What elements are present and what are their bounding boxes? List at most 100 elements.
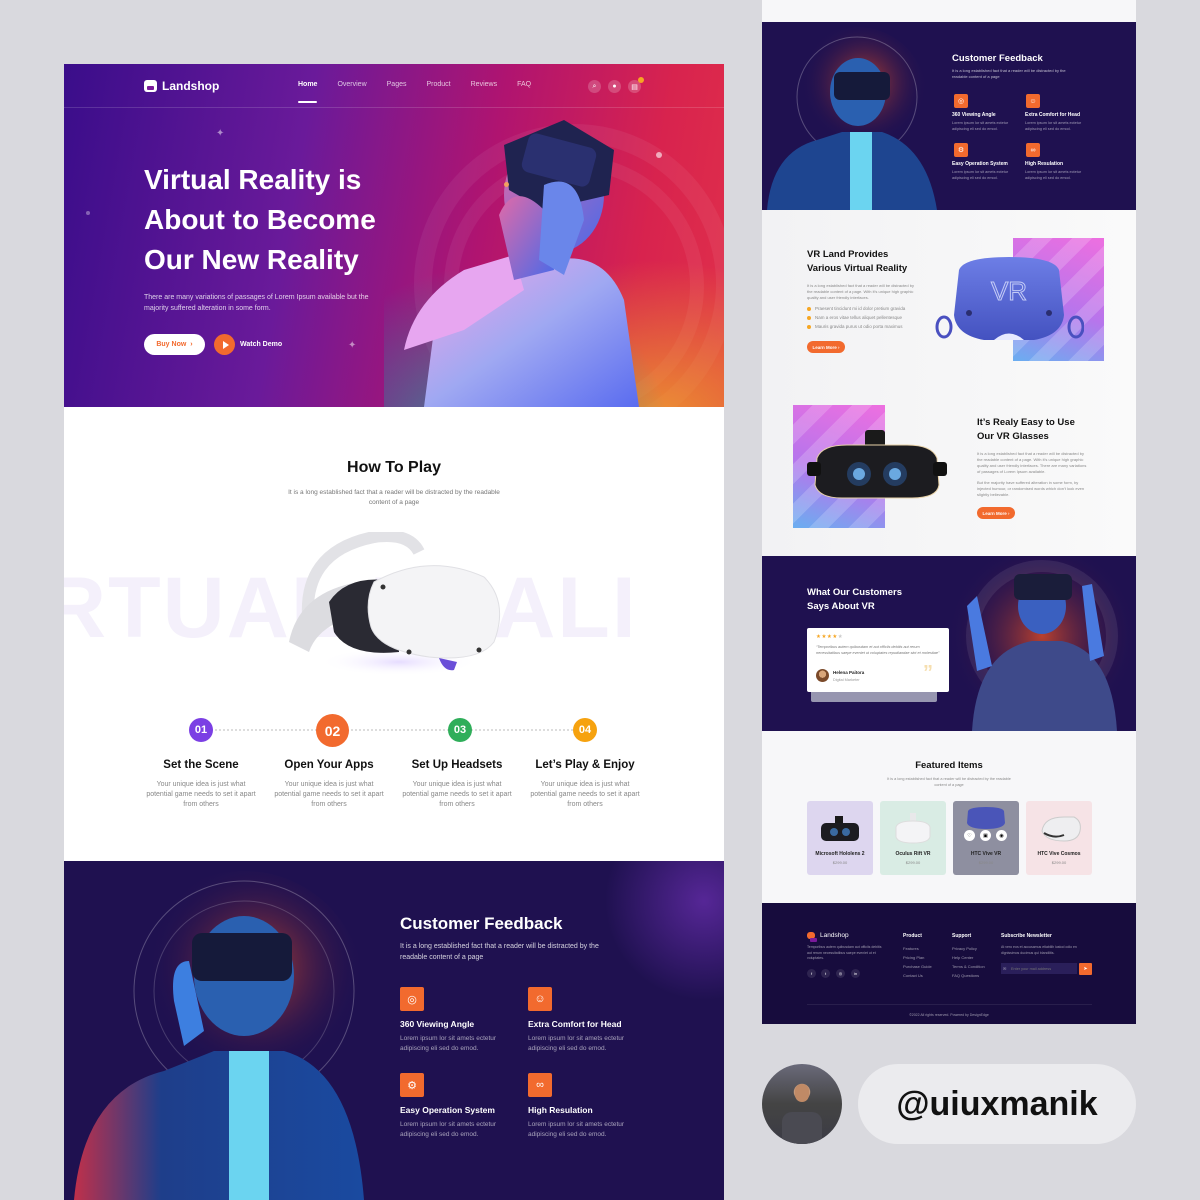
testimonial-vr-person-image <box>947 556 1136 731</box>
learn-more-button[interactable]: Learn More › <box>807 341 845 353</box>
copyright: ©2022 All rights reserved. Powered by De… <box>909 1013 989 1017</box>
user-icon[interactable]: ● <box>608 80 621 93</box>
decor-glow <box>604 861 724 1001</box>
add-to-cart-icon[interactable]: ▣ <box>980 830 991 841</box>
product-card[interactable]: Oculus Rift VR $299.00 <box>880 801 946 875</box>
feature-description: Lorem ipsum lor sit amets ectetur adipis… <box>952 170 1009 180</box>
feature-description: Lorem ipsum lor sit amets ectetur adipis… <box>1025 121 1082 131</box>
avatar-face <box>795 1084 809 1102</box>
nav-overview[interactable]: Overview <box>337 81 366 88</box>
bullet-item: Nam a eros vitae tellus aliquet pellente… <box>807 315 902 320</box>
testimonial-quote: “Temporibus autem quibusdam et aut offic… <box>816 645 940 655</box>
footer-link[interactable]: Purchase Guide <box>903 964 932 969</box>
feature-title: Extra Comfort for Head <box>1025 112 1081 118</box>
customer-feedback-section-mini: Customer Feedback It is a long establish… <box>762 22 1136 210</box>
footer-divider <box>807 1004 1092 1005</box>
play-icon[interactable] <box>214 334 235 355</box>
visor-label: VR <box>991 276 1027 306</box>
mail-icon: ✉ <box>1003 966 1007 971</box>
cart-icon[interactable]: ▤ <box>628 77 644 93</box>
reviewer-name: Helena Paitora <box>833 670 865 675</box>
newsletter-title: Subscribe Newsletter <box>1001 933 1052 939</box>
landing-page-continued: Customer Feedback It is a long establish… <box>762 0 1136 1024</box>
product-name: HTC Vive VR <box>970 851 1002 857</box>
step-description: Your unique idea is just what potential … <box>146 781 256 808</box>
hero-title: Virtual Reality is About to Become Our N… <box>144 164 376 275</box>
learn-more-button[interactable]: Learn More › <box>977 507 1015 519</box>
product-price: $299.00 <box>978 860 994 865</box>
resolution-icon: ∞ <box>528 1073 552 1097</box>
nav-reviews[interactable]: Reviews <box>471 81 497 88</box>
vr-land-title: VR Land Provides Various Virtual Reality <box>807 249 908 274</box>
vr-land-section: VR Land Provides Various Virtual Reality… <box>762 210 1136 556</box>
footer-link[interactable]: Contact Us <box>903 973 923 978</box>
feature-description: Lorem ipsum lor sit amets ectetur adipis… <box>400 1035 497 1052</box>
product-card[interactable]: HTC Vive Cosmos $299.00 <box>1026 801 1092 875</box>
twitter-icon[interactable]: t <box>821 969 830 978</box>
quick-view-eye-icon[interactable]: ◉ <box>996 830 1007 841</box>
easy-use-description: It is a long established fact that a rea… <box>977 451 1087 474</box>
footer-link[interactable]: Help Center <box>952 955 973 960</box>
footer: Landshop Temporibus autem quibusdam aut … <box>762 903 1136 1024</box>
buy-now-button[interactable]: Buy Now › <box>144 334 205 355</box>
product-price: $299.00 <box>905 860 921 865</box>
newsletter-description: At vero eos et accusamus etiabilih iusto… <box>1001 945 1077 955</box>
footer-link[interactable]: Pricing Plan <box>903 955 924 960</box>
author-handle: @uiuxmanik <box>858 1064 1136 1144</box>
brand-logo[interactable]: Landshop <box>144 79 219 93</box>
head-comfort-icon: ☺ <box>1026 94 1040 108</box>
product-card[interactable]: Microsoft Hololens 2 $299.00 <box>807 801 873 875</box>
feature-description: Lorem ipsum lor sit amets ectetur adipis… <box>528 1035 625 1052</box>
feature-description: Lorem ipsum lor sit amets ectetur adipis… <box>952 121 1009 131</box>
nav-links: Home Overview Pages Product Reviews FAQ <box>298 81 531 103</box>
head-comfort-icon: ☺ <box>528 987 552 1011</box>
steps-connector <box>204 729 584 731</box>
customer-feedback-section: Customer Feedback It is a long establish… <box>64 861 724 1200</box>
vr-headset-icon: ◎ <box>954 94 968 108</box>
nav-faq[interactable]: FAQ <box>517 81 531 88</box>
feedback-subtitle: It is a long established fact that a rea… <box>400 943 599 961</box>
dot-decor <box>504 182 509 187</box>
how-to-play-subtitle: It is a long established fact that a rea… <box>288 489 500 506</box>
hero-vr-person-image <box>404 120 639 407</box>
feature-description: Lorem ipsum lor sit amets ectetur adipis… <box>1025 170 1082 180</box>
wishlist-heart-icon[interactable]: ♡ <box>964 830 975 841</box>
footer-logo[interactable]: Landshop <box>807 932 849 942</box>
logo-icon <box>807 932 817 942</box>
nav-product[interactable]: Product <box>427 81 451 88</box>
bullet-item: Praesent tincidunt mi id dolor pretium g… <box>807 306 905 311</box>
search-icon[interactable]: ⌕ <box>588 80 601 93</box>
easy-use-title: It’s Realy Easy to Use Our VR Glasses <box>977 417 1075 442</box>
nav-home[interactable]: Home <box>298 81 318 103</box>
how-to-play-title: How To Play <box>347 459 441 476</box>
nav-pages[interactable]: Pages <box>387 81 407 88</box>
vr-headset-blue-image: VR <box>935 257 1084 340</box>
avatar-figure <box>782 1112 822 1144</box>
step-description: Your unique idea is just what potential … <box>530 781 640 808</box>
watch-demo-link[interactable]: Watch Demo <box>240 341 282 348</box>
instagram-icon[interactable]: ◎ <box>836 969 845 978</box>
landing-page-main: ✦ ✦ Landshop Home Overview Pages Product… <box>64 64 724 1200</box>
step-description: Your unique idea is just what potential … <box>402 781 512 808</box>
dot-decor <box>656 152 662 158</box>
featured-title: Featured Items <box>915 760 983 771</box>
quote-icon: ” <box>923 662 933 684</box>
footer-link[interactable]: Features <box>903 946 919 951</box>
star-empty-icon: ★ <box>837 634 844 640</box>
send-button[interactable]: ➤ <box>1079 963 1092 975</box>
facebook-icon[interactable]: f <box>807 969 816 978</box>
feedback-title: Customer Feedback <box>400 914 563 933</box>
product-name: Microsoft Hololens 2 <box>815 851 865 857</box>
footer-link[interactable]: Privacy Policy <box>952 946 977 951</box>
testimonial-card: ★★★★★ “Temporibus autem quibusdam et aut… <box>807 628 949 692</box>
footer-link[interactable]: Terms & Condition <box>952 964 985 969</box>
reviewer-avatar <box>816 669 829 682</box>
footer-link[interactable]: FAQ Questions <box>952 973 979 978</box>
product-card-hovered[interactable]: ♡ ▣ ◉ HTC Vive VR $299.00 <box>953 801 1019 875</box>
linkedin-icon[interactable]: in <box>851 969 860 978</box>
operation-icon: ⚙ <box>400 1073 424 1097</box>
step-number-4: 04 <box>573 718 597 742</box>
top-navbar: Landshop Home Overview Pages Product Rev… <box>64 64 724 108</box>
footer-about: Temporibus autem quibusdam aut officiis … <box>807 945 882 960</box>
newsletter-email-input[interactable] <box>1001 963 1077 974</box>
